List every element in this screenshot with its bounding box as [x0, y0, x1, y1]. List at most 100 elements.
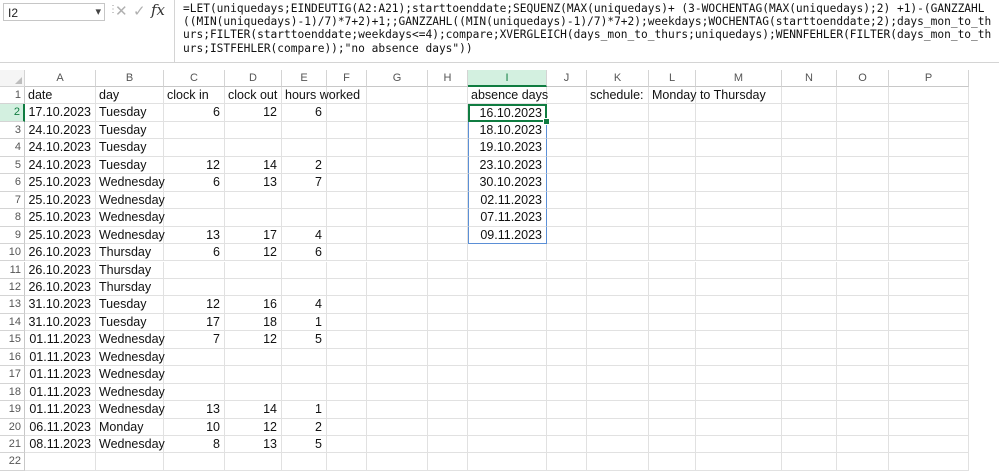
row-header-13[interactable]: 13: [0, 296, 25, 314]
cell-g5[interactable]: [367, 156, 428, 175]
row-header-14[interactable]: 14: [0, 313, 25, 332]
day-cell[interactable]: Tuesday: [96, 104, 164, 122]
cell-g16[interactable]: [367, 348, 428, 367]
cell-p20[interactable]: [889, 418, 969, 436]
schedule-label[interactable]: schedule:: [587, 87, 649, 105]
cell-n7[interactable]: [782, 191, 837, 210]
cell-l15[interactable]: [649, 331, 696, 349]
cell-l13[interactable]: [649, 296, 696, 314]
cell-k2[interactable]: [587, 104, 649, 122]
hours-worked-cell[interactable]: [282, 348, 327, 367]
cell-b22[interactable]: [96, 453, 164, 471]
cell-p21[interactable]: [889, 436, 969, 454]
cell-n4[interactable]: [782, 139, 837, 157]
cell-m5[interactable]: [696, 156, 782, 175]
clock-out-cell[interactable]: [225, 139, 282, 157]
cell-k11[interactable]: [587, 261, 649, 279]
cell-n22[interactable]: [782, 453, 837, 471]
day-cell[interactable]: Wednesday: [96, 383, 165, 402]
hours-worked-cell[interactable]: 2: [282, 156, 327, 175]
date-cell[interactable]: 24.10.2023: [25, 139, 96, 157]
cell-l14[interactable]: [649, 313, 696, 332]
cell-p2[interactable]: [889, 104, 969, 122]
date-cell[interactable]: 26.10.2023: [25, 278, 96, 297]
cell-p7[interactable]: [889, 191, 969, 210]
cell-m19[interactable]: [696, 401, 782, 419]
cell-i15[interactable]: [468, 331, 547, 349]
hours-worked-cell[interactable]: [282, 261, 327, 279]
cell-k8[interactable]: [587, 209, 649, 227]
cell-o4[interactable]: [837, 139, 889, 157]
clock-out-cell[interactable]: 17: [225, 226, 282, 245]
cell-p4[interactable]: [889, 139, 969, 157]
cell-j8[interactable]: [547, 209, 587, 227]
cell-o1[interactable]: [837, 87, 889, 105]
cell-h13[interactable]: [428, 296, 468, 314]
cell-l12[interactable]: [649, 278, 696, 297]
cell-g3[interactable]: [367, 121, 428, 140]
hours-worked-cell[interactable]: 5: [282, 331, 327, 349]
cell-p18[interactable]: [889, 383, 969, 402]
row-header-16[interactable]: 16: [0, 348, 25, 367]
cell-h1[interactable]: [428, 87, 468, 105]
date-cell[interactable]: 01.11.2023: [25, 383, 96, 402]
cell-o16[interactable]: [837, 348, 889, 367]
cell-h2[interactable]: [428, 104, 468, 122]
cell-g22[interactable]: [367, 453, 428, 471]
chevron-down-icon[interactable]: ▾: [95, 5, 101, 18]
hours-worked-cell[interactable]: 4: [282, 296, 327, 314]
date-cell[interactable]: 25.10.2023: [25, 191, 96, 210]
cell-i20[interactable]: [468, 418, 547, 436]
hours-worked-cell[interactable]: [282, 383, 327, 402]
cell-p19[interactable]: [889, 401, 969, 419]
date-cell[interactable]: 31.10.2023: [25, 313, 96, 332]
hours-worked-cell[interactable]: [282, 121, 327, 140]
hours-worked-cell[interactable]: 2: [282, 418, 327, 436]
date-cell[interactable]: 01.11.2023: [25, 366, 96, 384]
schedule-value[interactable]: Monday to Thursday: [649, 87, 766, 105]
clock-in-cell[interactable]: 6: [164, 244, 225, 262]
day-cell[interactable]: Wednesday: [96, 366, 165, 384]
cell-l2[interactable]: [649, 104, 696, 122]
hours-worked-cell[interactable]: 1: [282, 313, 327, 332]
cell-l18[interactable]: [649, 383, 696, 402]
cell-l16[interactable]: [649, 348, 696, 367]
cell-p13[interactable]: [889, 296, 969, 314]
cell-l22[interactable]: [649, 453, 696, 471]
cell-n18[interactable]: [782, 383, 837, 402]
cell-g13[interactable]: [367, 296, 428, 314]
cell-k19[interactable]: [587, 401, 649, 419]
cell-p22[interactable]: [889, 453, 969, 471]
row-header-18[interactable]: 18: [0, 383, 25, 402]
cell-m18[interactable]: [696, 383, 782, 402]
hours-worked-cell[interactable]: [282, 191, 327, 210]
row-header-9[interactable]: 9: [0, 226, 25, 245]
fx-icon[interactable]: fx: [151, 1, 165, 19]
date-cell[interactable]: 01.11.2023: [25, 331, 96, 349]
cell-k14[interactable]: [587, 313, 649, 332]
hours-worked-cell[interactable]: 1: [282, 401, 327, 419]
cell-n13[interactable]: [782, 296, 837, 314]
clock-out-cell[interactable]: 13: [225, 174, 282, 192]
cell-o14[interactable]: [837, 313, 889, 332]
cell-e22[interactable]: [282, 453, 327, 471]
column-header-e[interactable]: E: [282, 70, 327, 87]
cell-i16[interactable]: [468, 348, 547, 367]
clock-in-cell[interactable]: [164, 278, 225, 297]
cell-l11[interactable]: [649, 261, 696, 279]
day-cell[interactable]: Tuesday: [96, 139, 164, 157]
cell-g4[interactable]: [367, 139, 428, 157]
cell-h17[interactable]: [428, 366, 468, 384]
cell-p15[interactable]: [889, 331, 969, 349]
cell-j21[interactable]: [547, 436, 587, 454]
cell-g2[interactable]: [367, 104, 428, 122]
cell-m16[interactable]: [696, 348, 782, 367]
cell-k16[interactable]: [587, 348, 649, 367]
cell-l3[interactable]: [649, 121, 696, 140]
clock-in-cell[interactable]: 17: [164, 313, 225, 332]
clock-in-cell[interactable]: [164, 366, 225, 384]
column-header-k[interactable]: K: [587, 70, 649, 87]
cell-f15[interactable]: [327, 331, 367, 349]
cell-f6[interactable]: [327, 174, 367, 192]
cell-j17[interactable]: [547, 366, 587, 384]
